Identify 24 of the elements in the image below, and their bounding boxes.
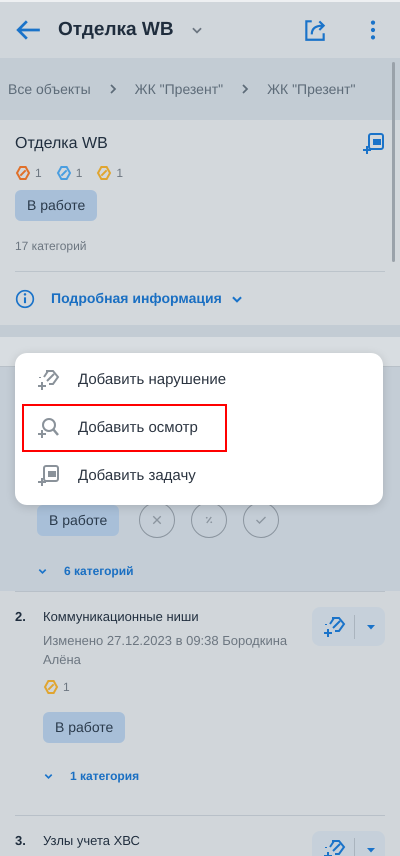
violation-count: 1 — [35, 165, 42, 182]
item-number: 2. — [15, 608, 27, 626]
breadcrumb-link[interactable]: ЖК "Презент" — [267, 78, 356, 100]
object-title: Отделка WB — [15, 134, 108, 154]
breadcrumb-link[interactable]: ЖК "Презент" — [134, 78, 224, 100]
status-button[interactable]: В работе — [15, 190, 98, 221]
violation-count: 1 — [116, 165, 124, 182]
details-toggle[interactable]: Подробная информация — [51, 288, 222, 309]
menu-item[interactable]: Добавить нарушение — [22, 356, 376, 404]
item-meta: Изменено 27.12.2023 в 09:38 Бородкина Алёна — [43, 632, 288, 669]
categories-toggle[interactable]: 1 категория — [70, 766, 140, 784]
item-title: Узлы учета ХВС — [43, 832, 141, 850]
menu-item[interactable]: Добавить осмотр — [22, 404, 227, 452]
item-number: 3. — [15, 832, 27, 850]
status-button[interactable]: В работе — [43, 712, 126, 742]
breadcrumb-link[interactable]: Все объекты — [8, 78, 91, 100]
status-button[interactable]: В работе — [37, 504, 120, 536]
menu-item[interactable]: Добавить задачу — [22, 452, 376, 500]
categories-toggle[interactable]: 6 категорий — [64, 562, 134, 580]
violation-count: 1 — [76, 165, 82, 182]
page-title: Отделка WB — [58, 18, 174, 42]
categories-count: 17 категорий — [15, 238, 88, 255]
violation-count: 1 — [63, 678, 70, 696]
item-title: Коммуникационные ниши — [43, 608, 200, 626]
